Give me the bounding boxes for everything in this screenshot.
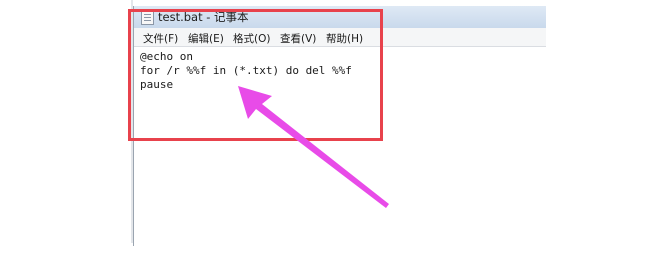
arrow-shape	[238, 86, 389, 208]
arrow-icon	[238, 86, 389, 208]
